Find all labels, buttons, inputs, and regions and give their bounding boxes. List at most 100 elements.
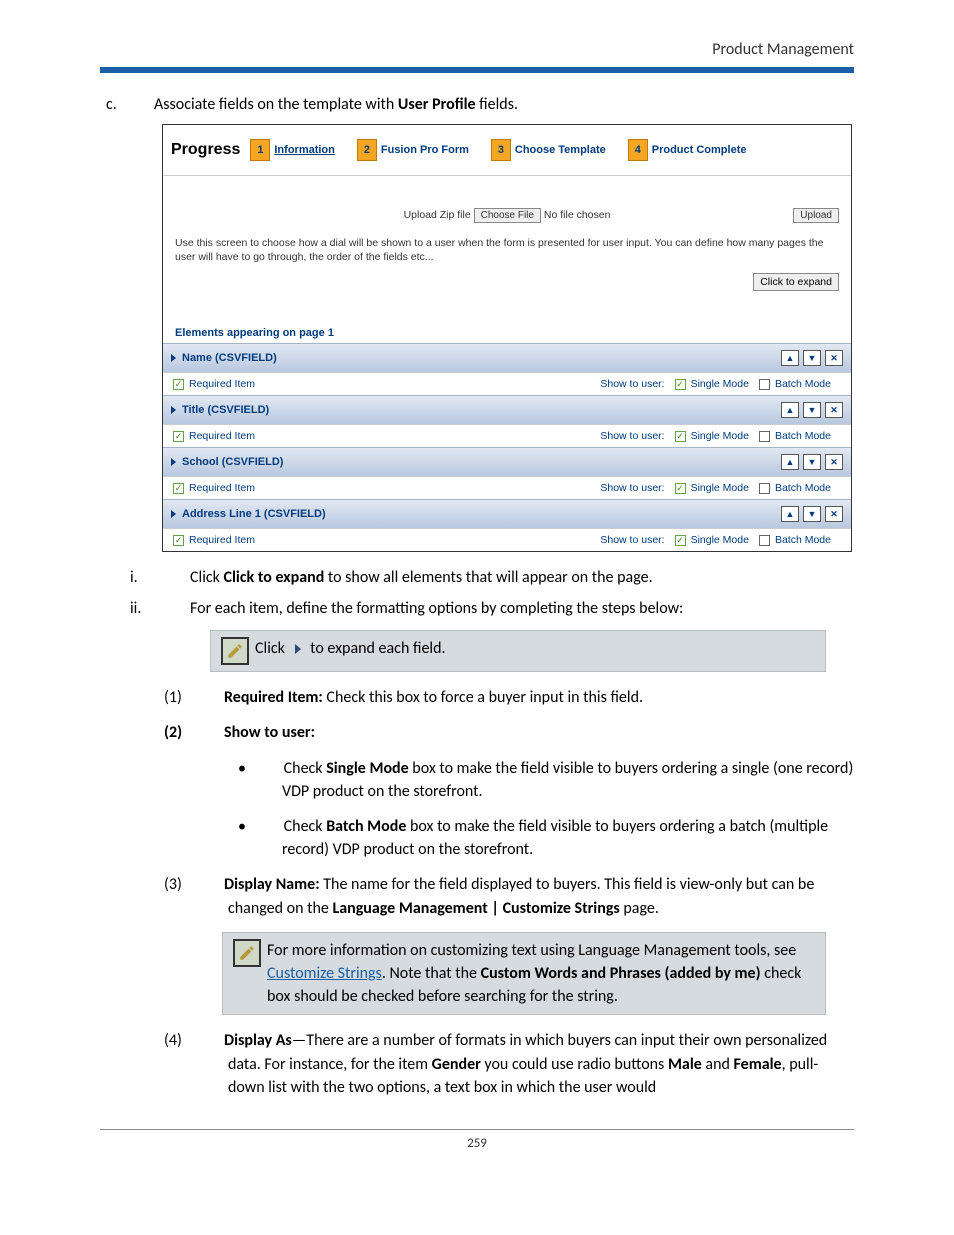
note-box-2: For more information on customizing text… [222, 932, 826, 1016]
field-options-row: Required ItemShow to user:Single ModeBat… [163, 372, 851, 395]
delete-button[interactable]: ✕ [825, 402, 843, 418]
single-mode-label: Single Mode [691, 378, 749, 390]
section-title: Elements appearing on page 1 [163, 307, 851, 343]
n4-b3: Male [668, 1055, 702, 1074]
progress-bar: Progress 1 Information 2 Fusion Pro Form… [163, 125, 851, 176]
required-label: Required Item [189, 378, 255, 390]
bullet-1: Check Single Mode box to make the field … [260, 757, 854, 803]
show-to-user-label: Show to user: [600, 378, 664, 390]
move-up-button[interactable]: ▲ [781, 402, 799, 418]
customize-strings-link[interactable]: Customize Strings [267, 964, 382, 983]
field-row[interactable]: Name (CSVFIELD) ▲▼✕ [163, 343, 851, 372]
single-mode-label: Single Mode [691, 430, 749, 442]
n4-t2: you could use radio buttons [481, 1055, 668, 1074]
choose-file-button[interactable]: Choose File [474, 208, 541, 223]
form-screenshot: Progress 1 Information 2 Fusion Pro Form… [162, 124, 852, 552]
step-c-text: Associate fields on the template with [154, 95, 398, 114]
chevron-right-icon [171, 406, 176, 414]
required-checkbox[interactable] [173, 483, 184, 494]
batch-mode-label: Batch Mode [775, 430, 831, 442]
n4-b4: Female [734, 1055, 782, 1074]
expand-row: Click to expand [163, 268, 851, 307]
n2-bold: Show to user: [224, 723, 315, 742]
batch-mode-checkbox[interactable] [759, 535, 770, 546]
field-name: Title (CSVFIELD) [182, 404, 269, 416]
single-mode-checkbox[interactable] [675, 483, 686, 494]
step-num-3: 3 [491, 139, 511, 161]
step-link-fusion[interactable]: Fusion Pro Form [381, 144, 469, 156]
step-num-1: 1 [250, 139, 270, 161]
required-checkbox[interactable] [173, 535, 184, 546]
roman-i: i. [162, 568, 190, 587]
required-checkbox[interactable] [173, 431, 184, 442]
step-link-information[interactable]: Information [274, 144, 335, 156]
single-mode-checkbox[interactable] [675, 535, 686, 546]
batch-mode-label: Batch Mode [775, 482, 831, 494]
note1-post: to expand each field. [307, 639, 446, 658]
field-options-row: Required ItemShow to user:Single ModeBat… [163, 476, 851, 499]
batch-mode-checkbox[interactable] [759, 431, 770, 442]
move-down-button[interactable]: ▼ [803, 402, 821, 418]
i-bold: Click to expand [224, 568, 325, 587]
single-mode-label: Single Mode [691, 534, 749, 546]
field-options-row: Required ItemShow to user:Single ModeBat… [163, 528, 851, 551]
b2-pre: Check [284, 817, 327, 836]
move-down-button[interactable]: ▼ [803, 454, 821, 470]
delete-button[interactable]: ✕ [825, 350, 843, 366]
step-c-after: fields. [476, 95, 518, 114]
click-to-expand-button[interactable]: Click to expand [753, 273, 839, 291]
step-link-complete[interactable]: Product Complete [652, 144, 747, 156]
field-row[interactable]: Title (CSVFIELD) ▲▼✕ [163, 395, 851, 424]
move-down-button[interactable]: ▼ [803, 506, 821, 522]
field-name: School (CSVFIELD) [182, 456, 283, 468]
batch-mode-checkbox[interactable] [759, 483, 770, 494]
required-checkbox[interactable] [173, 379, 184, 390]
required-label: Required Item [189, 534, 255, 546]
single-mode-checkbox[interactable] [675, 431, 686, 442]
chevron-right-icon [171, 458, 176, 466]
field-name: Name (CSVFIELD) [182, 352, 277, 364]
field-row[interactable]: School (CSVFIELD) ▲▼✕ [163, 447, 851, 476]
pencil-icon-2 [233, 939, 261, 967]
note2-bold: Custom Words and Phrases (added by me) [481, 964, 761, 983]
triangle-icon [295, 644, 301, 654]
note1-text: Click to expand each field. [255, 637, 446, 660]
delete-button[interactable]: ✕ [825, 454, 843, 470]
step-c-bold: User Profile [398, 95, 476, 114]
n3-t2: page. [620, 899, 659, 918]
roman-ii: ii. [162, 599, 190, 618]
delete-button[interactable]: ✕ [825, 506, 843, 522]
upload-button[interactable]: Upload [793, 208, 839, 223]
num-item-2: (2)Show to user: [196, 721, 854, 744]
num-item-4: (4)Display As—There are a number of form… [196, 1029, 854, 1099]
step-c: c.Associate fields on the template with … [130, 95, 854, 114]
single-mode-checkbox[interactable] [675, 379, 686, 390]
page-number: 259 [100, 1136, 854, 1151]
no-file-label: No file chosen [544, 209, 611, 221]
step-link-choose[interactable]: Choose Template [515, 144, 606, 156]
instr-i: i.Click Click to expand to show all elem… [162, 568, 854, 587]
footer-rule [100, 1129, 854, 1130]
note2-pre: For more information on customizing text… [267, 941, 796, 960]
n2-num: (2) [196, 721, 224, 744]
required-label: Required Item [189, 430, 255, 442]
upload-zip-label: Upload Zip file [404, 209, 471, 221]
step-num-2: 2 [357, 139, 377, 161]
move-up-button[interactable]: ▲ [781, 506, 799, 522]
progress-label: Progress [171, 141, 240, 159]
n4-t3: and [702, 1055, 734, 1074]
field-row[interactable]: Address Line 1 (CSVFIELD)▲▼✕ [163, 499, 851, 528]
num-item-3: (3)Display Name: The name for the field … [196, 873, 854, 919]
batch-mode-label: Batch Mode [775, 534, 831, 546]
move-up-button[interactable]: ▲ [781, 350, 799, 366]
n3-bold: Display Name: [224, 875, 320, 894]
n4-num: (4) [196, 1029, 224, 1052]
n3-num: (3) [196, 873, 224, 896]
move-up-button[interactable]: ▲ [781, 454, 799, 470]
n1-num: (1) [196, 686, 224, 709]
move-down-button[interactable]: ▼ [803, 350, 821, 366]
note2-mid: . Note that the [382, 964, 481, 983]
bullet-2: Check Batch Mode box to make the field v… [260, 815, 854, 861]
batch-mode-checkbox[interactable] [759, 379, 770, 390]
instr-ii: ii.For each item, define the formatting … [162, 599, 854, 618]
